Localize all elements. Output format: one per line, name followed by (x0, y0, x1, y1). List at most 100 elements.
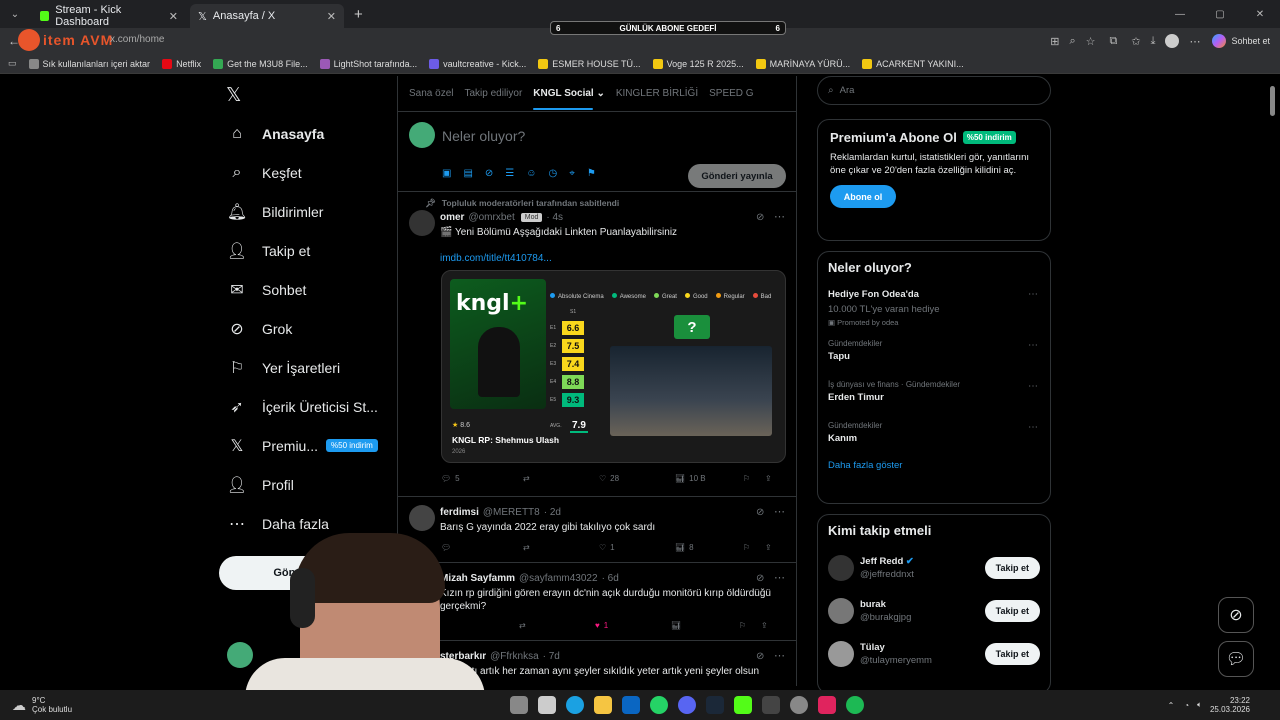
download-icon[interactable]: ⤓ (1151, 35, 1156, 48)
bookmark-item[interactable]: Voge 125 R 2025... (652, 58, 744, 69)
favorites-icon[interactable]: ✩ (1131, 35, 1140, 48)
show-more-link[interactable]: Daha fazla göster (818, 458, 1050, 473)
avatar[interactable] (828, 640, 854, 667)
weather-widget[interactable]: ☁ 9°C Çok bulutlu (12, 696, 72, 714)
clock-time[interactable]: 23:22 (1210, 696, 1250, 705)
wifi-icon[interactable]: ◔ (1184, 701, 1189, 710)
grok-icon[interactable]: ⊘ (756, 651, 764, 662)
more-icon[interactable]: ⋯ (774, 505, 785, 518)
subscribe-button[interactable]: Abone ol (830, 185, 896, 208)
star-icon[interactable]: ☆ (1086, 35, 1096, 48)
trend-item[interactable]: İş dünyası ve finans · Gündemdekiler Erde… (818, 376, 1050, 417)
trend-item[interactable]: Gündemdekiler Kanım ⋯ (818, 417, 1050, 458)
avatar[interactable] (828, 597, 854, 624)
share-icon[interactable]: ⇪ (765, 543, 772, 552)
follow-name[interactable]: burak (860, 599, 886, 610)
more-icon[interactable]: ⋯ (1028, 340, 1038, 351)
grok-icon[interactable]: ⊘ (485, 168, 493, 179)
extensions-icon[interactable]: ⧉ (1110, 35, 1118, 48)
sidebar-item-4[interactable]: ✉ Sohbet (218, 270, 398, 309)
apps-icon[interactable]: ⊞ (1050, 35, 1059, 48)
sidebar-item-1[interactable]: ⌕ Keşfet (218, 153, 398, 192)
post-handle[interactable]: @Ffrknksa (490, 651, 539, 662)
tab-2[interactable]: KNGL Social ⌄ (533, 88, 605, 110)
sidebar-item-8[interactable]: 𝕏 Premiu... %50 indirim (218, 426, 398, 465)
close-icon[interactable]: ✕ (327, 10, 336, 23)
url-field[interactable]: x.com/home (110, 34, 164, 45)
sidebar-item-7[interactable]: ➶ İçerik Üreticisi St... (218, 387, 398, 426)
like-button[interactable]: ♡ 28 (599, 474, 675, 483)
scrollbar[interactable] (1270, 86, 1275, 116)
post-handle[interactable]: @sayfamm43022 (519, 573, 598, 584)
tab-3[interactable]: KINGLER BİRLİĞİ (616, 88, 698, 99)
repost-icon[interactable]: ⇄ (523, 474, 599, 483)
post-link[interactable]: imdb.com/title/tt410784... (440, 253, 552, 264)
bookmark-item[interactable]: MARİNAYA YÜRÜ... (755, 58, 850, 69)
publish-button[interactable]: Gönderi yayınla (688, 164, 786, 188)
grok-icon[interactable]: ⊘ (756, 507, 764, 518)
sidebar-item-6[interactable]: ⚐ Yer İşaretleri (218, 348, 398, 387)
bookmark-item[interactable]: ACARKENT YAKINI... (862, 58, 964, 69)
tab-kick-dashboard[interactable]: Stream - Kick Dashboard ✕ (32, 4, 186, 28)
follow-name[interactable]: Tülay (860, 642, 885, 653)
follow-name[interactable]: Jeff Redd (860, 556, 903, 567)
widgets-icon[interactable] (510, 696, 528, 714)
poll-icon[interactable]: ☰ (505, 168, 514, 179)
bookmark-item[interactable]: vaultcreative - Kick... (429, 58, 526, 69)
x-logo-icon[interactable]: 𝕏 (226, 84, 241, 107)
follow-suggestion[interactable]: Jeff Redd ✔ @jeffreddnxt Takip et (818, 546, 1050, 589)
kick-icon[interactable] (734, 696, 752, 714)
chrome-icon[interactable] (790, 696, 808, 714)
post-media-card[interactable]: kngl+ ★ 8.6 KNGL RP: Shehmus Ulash 2026 … (441, 270, 786, 463)
compose-input[interactable]: Neler oluyor? (442, 128, 525, 144)
edge-icon[interactable] (566, 696, 584, 714)
gif-icon[interactable]: ▤ (463, 168, 472, 179)
sidebar-item-5[interactable]: ⊘ Grok (218, 309, 398, 348)
tab-0[interactable]: Sana özel (409, 88, 453, 99)
share-icon[interactable]: ⇪ (761, 621, 768, 630)
discord-icon[interactable] (678, 696, 696, 714)
files-icon[interactable] (538, 696, 556, 714)
more-icon[interactable]: ⋯ (774, 210, 785, 223)
flag-icon[interactable]: ⚑ (587, 168, 596, 179)
bookmark-item[interactable]: Netflix (162, 58, 201, 69)
post-handle[interactable]: @omrxbet (468, 212, 514, 223)
grok-float-button[interactable]: ⊘ (1218, 597, 1254, 633)
avatar[interactable] (828, 554, 854, 581)
sidebar-item-3[interactable]: 👤︎ Takip et (218, 231, 398, 270)
like-button[interactable]: ♡ 1 (599, 543, 675, 552)
schedule-icon[interactable]: ◷ (548, 168, 557, 179)
image-icon[interactable]: ▣ (442, 168, 451, 179)
views-icon[interactable]: 📊︎ (671, 621, 739, 630)
more-icon[interactable]: ⋯ (774, 571, 785, 584)
bookmark-item[interactable]: Get the M3U8 File... (213, 58, 308, 69)
whatsapp-icon[interactable] (650, 696, 668, 714)
bookmark-icon[interactable]: ⚐ (743, 543, 765, 552)
like-button[interactable]: ♥ 1 (595, 621, 671, 630)
more-icon[interactable]: ⋯ (1028, 381, 1038, 392)
app-icon[interactable] (818, 696, 836, 714)
more-icon[interactable]: ⋯ (1028, 289, 1038, 300)
tab-1[interactable]: Takip ediliyor (464, 88, 522, 99)
grok-icon[interactable]: ⊘ (756, 212, 764, 223)
follow-suggestion[interactable]: Tülay @tulaymeryemm Takip et (818, 632, 1050, 675)
post-pinned[interactable]: 📌︎ Topluluk moderatörleri tarafından sab… (398, 192, 796, 497)
reply-button[interactable]: 💬︎ 5 (441, 474, 523, 483)
tab-menu-button[interactable]: ⌄ (4, 9, 26, 20)
more-icon[interactable]: ⋯ (1189, 35, 1200, 48)
clock-date[interactable]: 25.03.2026 (1210, 705, 1250, 714)
messages-float-button[interactable]: 💬︎ (1218, 641, 1254, 677)
promoted-trend[interactable]: Hediye Fon Odea'da 10.000 TL'ye varan he… (818, 275, 1050, 327)
post-handle[interactable]: @MERETT8 (483, 507, 540, 518)
post-author[interactable]: omer (440, 212, 464, 223)
tray-chevron-icon[interactable]: ⌃ (1168, 701, 1175, 710)
zoom-icon[interactable]: ⌕ (1069, 35, 1075, 48)
views-button[interactable]: 📊︎ 8 (675, 543, 743, 552)
sidebar-item-0[interactable]: ⌂ Anasayfa (218, 114, 398, 153)
follow-button[interactable]: Takip et (984, 599, 1040, 622)
maximize-icon[interactable]: ▢ (1200, 9, 1240, 20)
avatar[interactable] (1165, 34, 1180, 48)
bookmark-item[interactable]: LightShot tarafında... (319, 58, 417, 69)
steam-icon[interactable] (706, 696, 724, 714)
reading-list-icon[interactable]: ▭ (8, 58, 17, 69)
